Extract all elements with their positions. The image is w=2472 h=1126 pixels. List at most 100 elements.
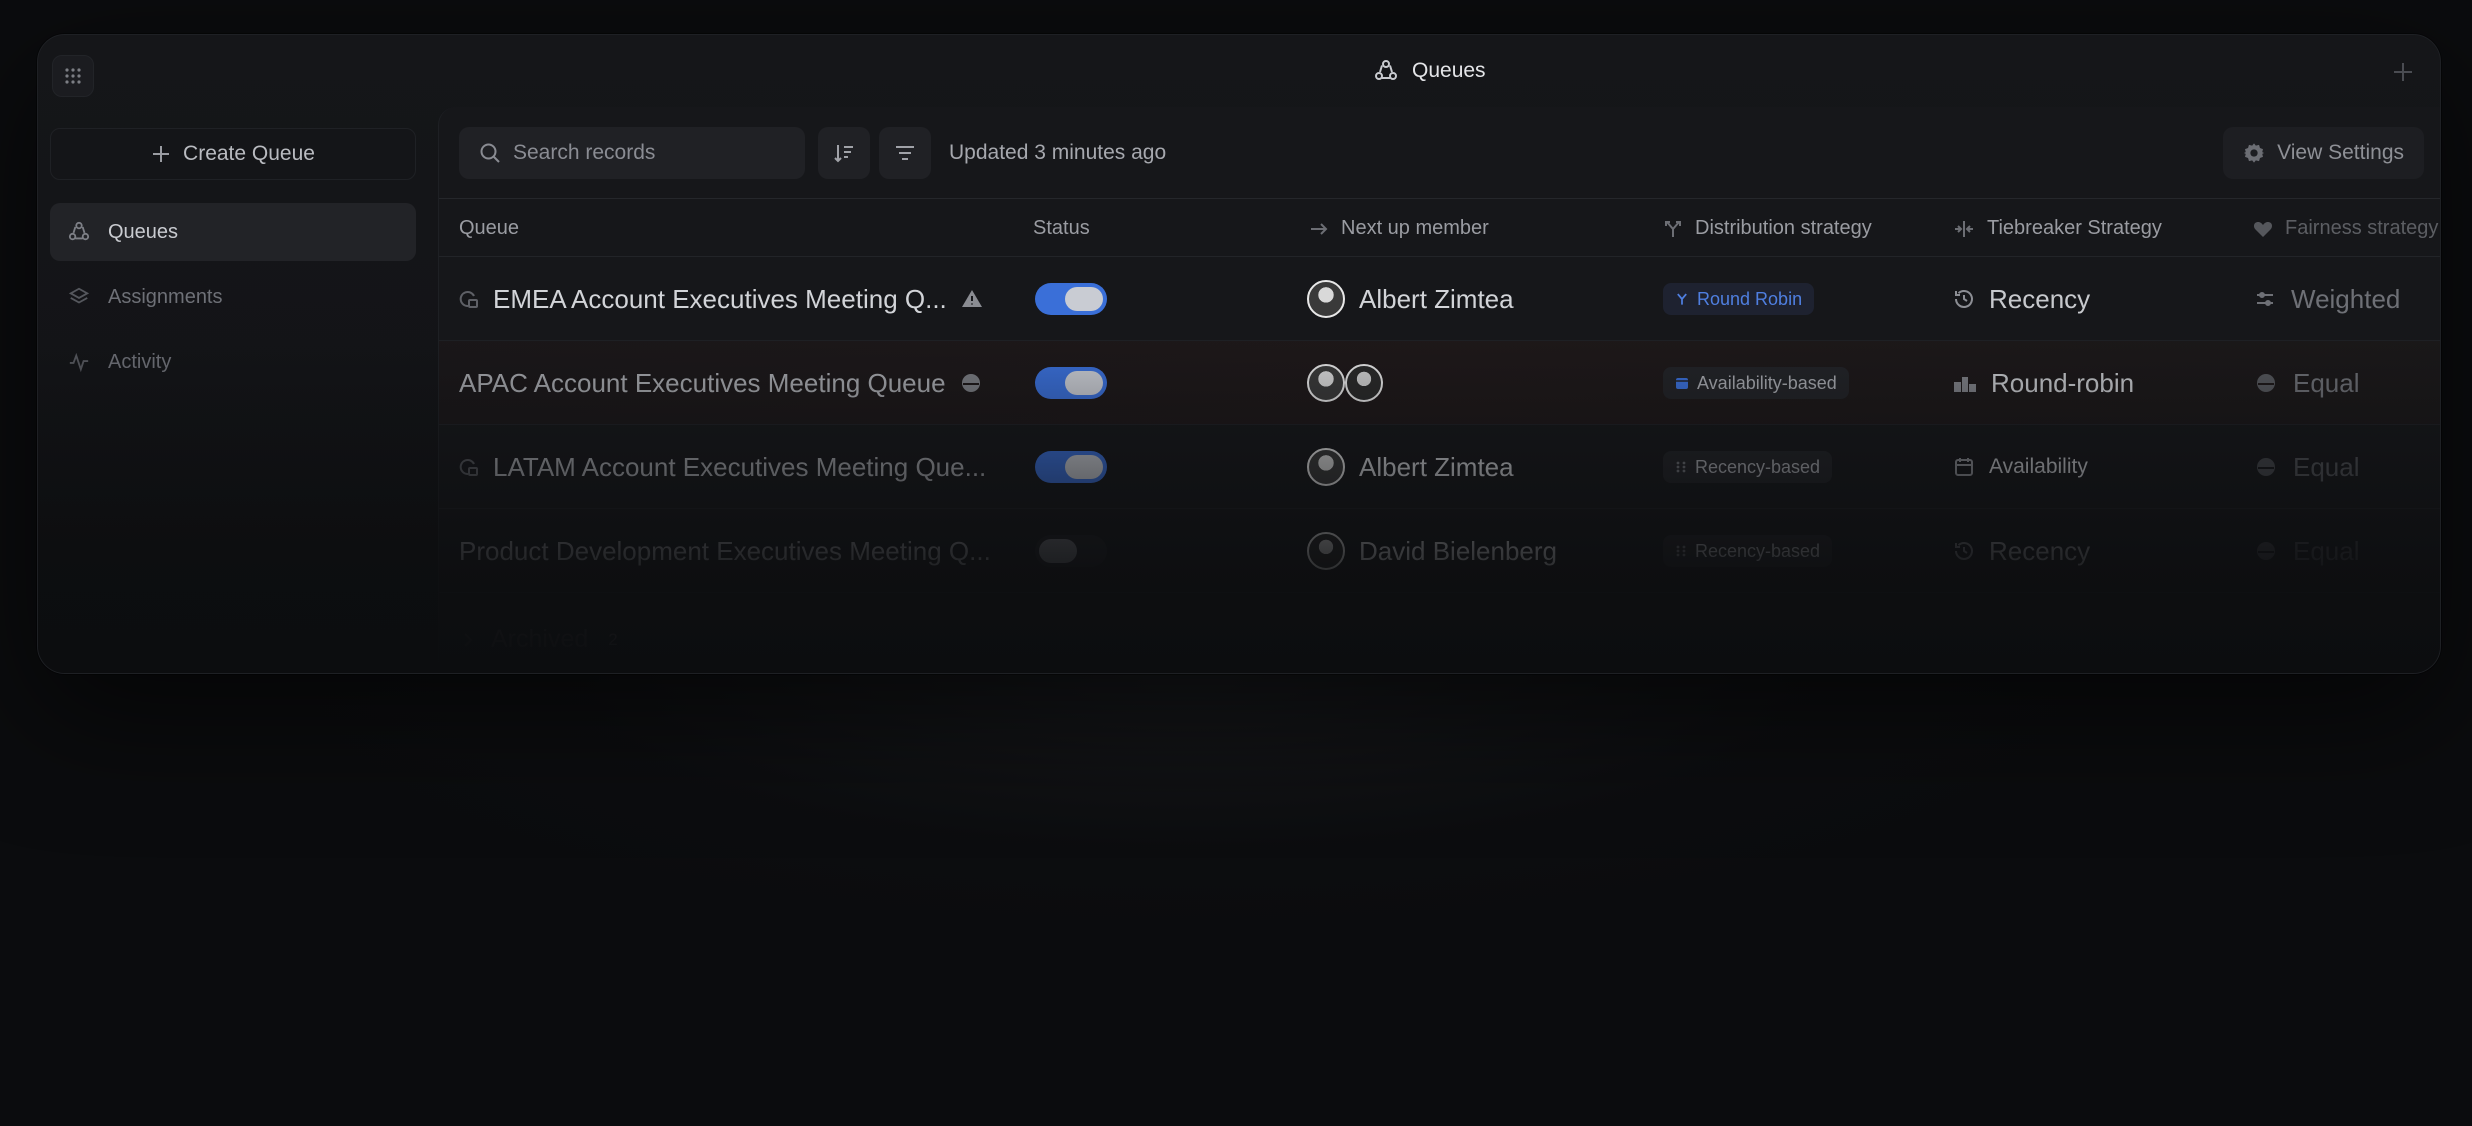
plus-icon <box>2394 63 2412 81</box>
distribution-label: Availability-based <box>1697 372 1837 393</box>
distribution-label: Round Robin <box>1697 288 1803 309</box>
toggle-knob <box>1065 455 1103 479</box>
status-toggle[interactable] <box>1035 367 1107 399</box>
refresh-lock-icon <box>459 459 478 476</box>
sort-icon <box>834 145 853 163</box>
dots-icon <box>1676 545 1686 557</box>
next-up-cell: Albert Zimtea <box>1307 425 1514 509</box>
tiebreaker-label: Availability <box>1989 455 2088 478</box>
table-row[interactable]: APAC Account Executives Meeting Queue Av… <box>439 341 2440 425</box>
sidebar-item-assignments[interactable]: Assignments <box>50 268 416 326</box>
view-settings-label: View Settings <box>2277 141 2404 164</box>
member-name: David Bielenberg <box>1359 535 1558 566</box>
fairness-label: Equal <box>2293 451 2360 482</box>
column-header-fairness[interactable]: Fairness strategy <box>2253 217 2438 240</box>
layers-icon <box>68 287 90 304</box>
distribution-badge: Availability-based <box>1663 367 1849 399</box>
status-cell <box>1035 509 1107 593</box>
distribution-cell: Recency-based <box>1663 509 1833 593</box>
sidebar-item-label: Assignments <box>108 285 223 308</box>
column-label: Next up member <box>1341 217 1489 239</box>
distribution-label: Recency-based <box>1695 540 1821 561</box>
distribution-label: Recency-based <box>1695 456 1821 477</box>
status-cell <box>1035 341 1107 425</box>
status-cell <box>1035 257 1107 341</box>
archived-toggle[interactable]: Archived 2 <box>459 625 618 654</box>
table-row[interactable]: Product Development Executives Meeting Q… <box>439 509 2440 593</box>
create-queue-label: Create Queue <box>183 142 315 165</box>
search-icon <box>480 143 500 163</box>
tiebreaker-label: Round-robin <box>1991 367 2135 398</box>
toggle-knob <box>1065 287 1103 311</box>
table-row[interactable]: LATAM Account Executives Meeting Que... … <box>439 425 2440 509</box>
sidebar-item-label: Activity <box>108 350 172 373</box>
column-label: Tiebreaker Strategy <box>1987 217 2162 239</box>
distribution-badge: Recency-based <box>1663 451 1833 483</box>
queue-name[interactable]: APAC Account Executives Meeting Queue <box>459 368 946 399</box>
column-header-next-up[interactable]: Next up member <box>1309 217 1489 240</box>
toggle-knob <box>1039 539 1077 563</box>
history-icon <box>1955 290 1973 308</box>
updated-status: Updated 3 minutes ago <box>949 141 1167 164</box>
queues-icon <box>68 221 90 241</box>
tiebreaker-label: Recency <box>1989 535 2091 566</box>
column-label: Fairness strategy <box>2285 217 2439 239</box>
archived-label: Archived <box>491 625 589 653</box>
archived-group[interactable]: Archived 2 <box>439 597 2440 673</box>
column-header-tiebreaker[interactable]: Tiebreaker Strategy <box>1953 217 2162 240</box>
queue-name[interactable]: EMEA Account Executives Meeting Q... <box>493 284 947 315</box>
plus-icon <box>153 146 170 162</box>
column-header-status[interactable]: Status <box>1033 217 1090 240</box>
queue-name[interactable]: LATAM Account Executives Meeting Que... <box>493 452 986 483</box>
grid-icon <box>65 68 81 84</box>
column-header-distribution[interactable]: Distribution strategy <box>1663 217 1872 240</box>
tiebreaker-cell: Recency <box>1953 257 2090 341</box>
fairness-label: Equal <box>2293 535 2360 566</box>
sort-button[interactable] <box>818 127 870 179</box>
next-up-cell <box>1307 341 1397 425</box>
window-title: Queues <box>1374 59 1486 83</box>
avatar <box>1307 532 1345 570</box>
fairness-label: Weighted <box>2291 283 2401 314</box>
distribution-cell: Availability-based <box>1663 341 1849 425</box>
sidebar-item-queues[interactable]: Queues <box>50 203 416 261</box>
column-header-queue[interactable]: Queue <box>459 217 519 240</box>
add-button[interactable] <box>2388 57 2418 87</box>
search-input[interactable]: Search records <box>459 127 805 179</box>
queue-cell: Product Development Executives Meeting Q… <box>459 509 991 593</box>
fairness-cell: Equal <box>2255 341 2360 425</box>
distribution-badge: Round Robin <box>1663 283 1815 315</box>
app-grid-button[interactable] <box>52 55 94 97</box>
fairness-cell: Weighted <box>2255 257 2400 341</box>
gear-icon <box>2244 143 2265 163</box>
window-title-text: Queues <box>1412 59 1486 82</box>
fairness-cell: Equal <box>2255 425 2360 509</box>
table-header: Queue Status Next up member Distribution… <box>439 199 2440 257</box>
pie-icon <box>961 374 980 392</box>
tiebreaker-label: Recency <box>1989 283 2091 314</box>
next-up-cell: David Bielenberg <box>1307 509 1557 593</box>
history-icon <box>1955 542 1973 560</box>
pie-icon <box>2257 374 2275 392</box>
sidebar-item-label: Queues <box>108 220 179 243</box>
heart-icon <box>2253 221 2273 237</box>
status-toggle[interactable] <box>1035 535 1107 567</box>
filter-button[interactable] <box>879 127 931 179</box>
status-cell <box>1035 425 1107 509</box>
refresh-lock-icon <box>459 291 478 308</box>
sidebar-item-activity[interactable]: Activity <box>50 333 416 391</box>
fairness-cell: Equal <box>2255 509 2360 593</box>
table-row[interactable]: EMEA Account Executives Meeting Q... Alb… <box>439 257 2440 341</box>
create-queue-button[interactable]: Create Queue <box>50 128 416 180</box>
split-icon <box>1677 293 1687 305</box>
view-settings-button[interactable]: View Settings <box>2223 127 2424 179</box>
archived-count: 2 <box>608 629 618 649</box>
search-placeholder: Search records <box>513 141 656 164</box>
queue-name[interactable]: Product Development Executives Meeting Q… <box>459 536 991 567</box>
member-name: Albert Zimtea <box>1359 283 1514 314</box>
status-toggle[interactable] <box>1035 451 1107 483</box>
podium-icon <box>1954 377 1976 392</box>
distribution-cell: Round Robin <box>1663 257 1815 341</box>
filter-icon <box>896 146 914 160</box>
status-toggle[interactable] <box>1035 283 1107 315</box>
